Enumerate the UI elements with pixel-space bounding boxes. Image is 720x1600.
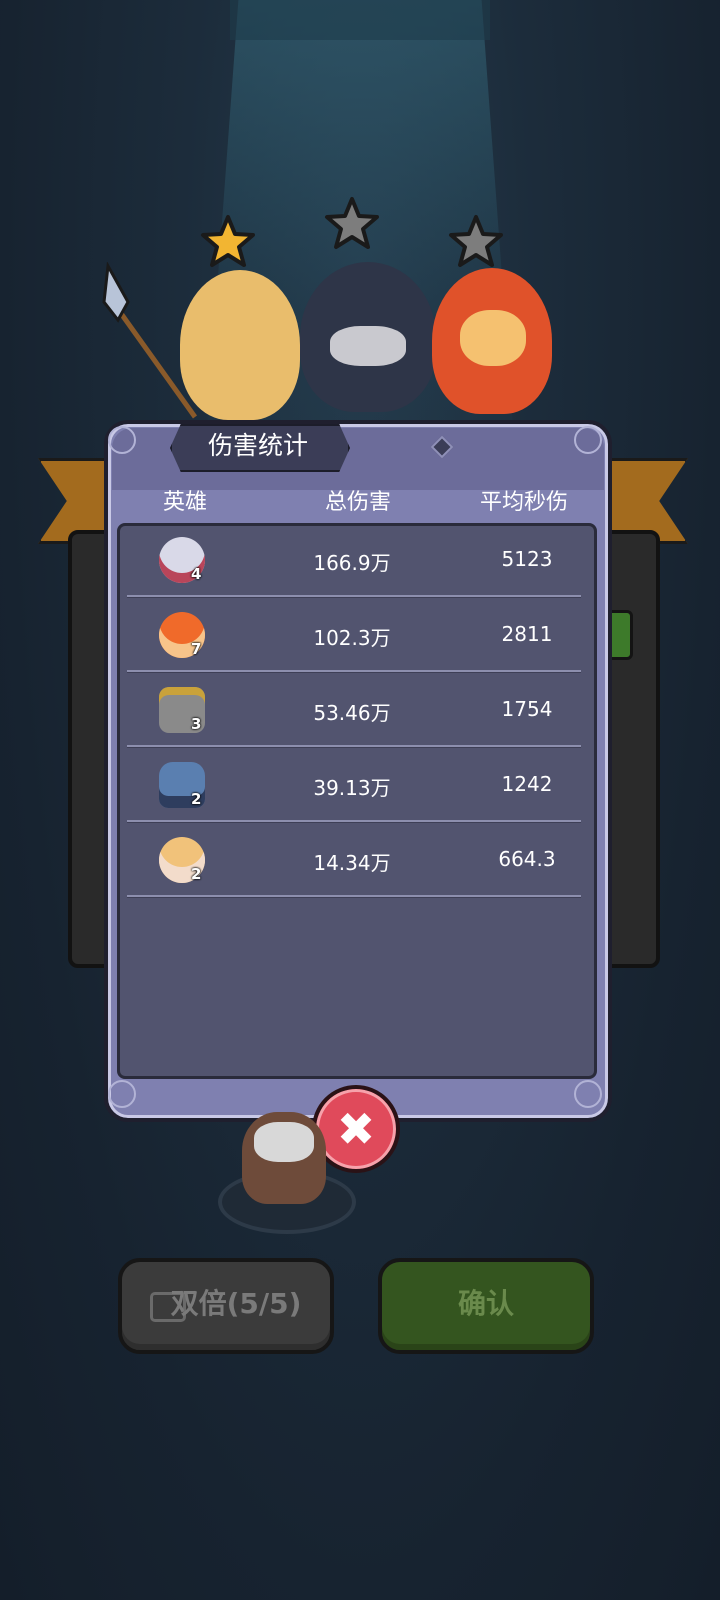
hero-level: 2 — [191, 865, 202, 883]
corner-ornament — [574, 426, 602, 454]
corner-ornament — [574, 1080, 602, 1108]
total-damage: 39.13万 — [313, 776, 391, 800]
total-damage: 14.34万 — [313, 851, 391, 875]
confirm-label: 确认 — [457, 1287, 514, 1320]
hero-level: 3 — [191, 715, 202, 733]
avg-dps: 2811 — [501, 622, 553, 646]
hero-flame-face — [460, 310, 526, 366]
dialog-title: 伤害统计 — [207, 431, 308, 460]
hero-level: 4 — [191, 565, 202, 583]
corner-ornament — [108, 426, 136, 454]
total-damage: 53.46万 — [313, 701, 391, 725]
column-header-total-damage: 总伤害 — [324, 490, 391, 515]
table-row: 4 166.9万 5123 — [127, 523, 581, 598]
hero-level: 2 — [191, 790, 202, 808]
table-row: 2 14.34万 664.3 — [127, 823, 581, 898]
avg-dps: 664.3 — [498, 847, 556, 871]
table-row: 3 53.46万 1754 — [127, 673, 581, 748]
star-empty-icon — [449, 215, 503, 267]
star-empty-icon — [325, 197, 379, 249]
total-damage: 102.3万 — [313, 626, 391, 650]
avg-dps: 1754 — [501, 697, 553, 721]
column-header-avg-dps: 平均秒伤 — [479, 490, 568, 515]
hero-beard — [254, 1122, 314, 1162]
spear-icon — [102, 262, 198, 419]
table-row: 2 39.13万 1242 — [127, 748, 581, 823]
corner-ornament — [108, 1080, 136, 1108]
avg-dps: 1242 — [501, 772, 553, 796]
spotlight-top — [230, 0, 490, 40]
total-damage: 166.9万 — [313, 551, 391, 575]
confirm-button[interactable]: 确认 — [378, 1258, 594, 1354]
close-icon: ✖ — [336, 1102, 376, 1156]
hero-level: 7 — [191, 640, 202, 658]
avg-dps: 5123 — [501, 547, 553, 571]
double-reward-label: 双倍(5/5) — [170, 1287, 302, 1320]
column-header-hero: 英雄 — [162, 490, 207, 515]
hero-dark-face — [330, 326, 406, 366]
double-reward-button[interactable]: 双倍(5/5) — [118, 1258, 334, 1354]
row-divider — [127, 895, 581, 898]
table-row: 7 102.3万 2811 — [127, 598, 581, 673]
